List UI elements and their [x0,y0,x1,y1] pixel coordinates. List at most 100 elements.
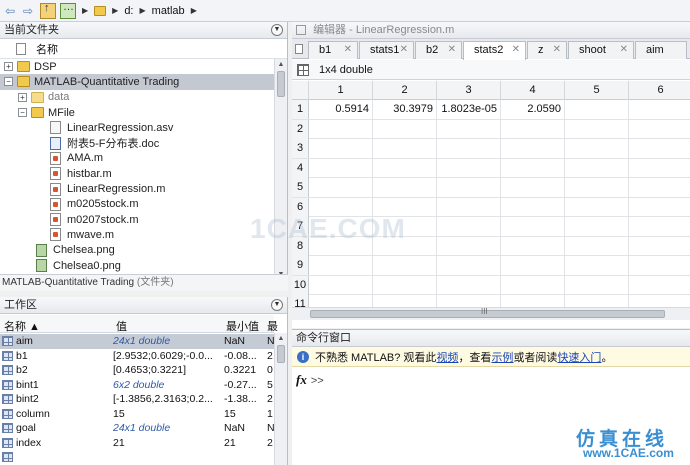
tree-item[interactable]: histbar.m [0,166,274,181]
grid-cell[interactable] [629,276,690,295]
grid-cell[interactable] [309,139,373,158]
grid-cell[interactable] [437,236,501,256]
getting-started-link[interactable]: 快速入门 [557,352,601,364]
grid-row-header[interactable]: 1 [292,100,309,119]
grid-cell[interactable] [501,256,565,275]
col-name-header[interactable]: 名称 ▲ [4,318,40,334]
expand-icon[interactable]: + [4,62,13,72]
grid-row-header[interactable]: 3 [292,139,309,158]
grid-cell[interactable] [629,120,690,139]
grid-cell[interactable] [437,256,501,275]
grid-cell[interactable] [565,275,629,295]
panel-options-icon[interactable]: ▼ [271,299,283,311]
grid-cell[interactable] [629,198,690,217]
grid-column-header[interactable]: 6 [629,81,690,100]
browse-folder-icon[interactable] [60,1,76,19]
collapse-icon[interactable]: − [18,108,27,118]
grid-cell[interactable] [629,159,690,178]
scroll-up-icon[interactable]: ▲ [275,59,287,70]
grid-row-header[interactable]: 10 [292,275,309,295]
grid-cell[interactable]: 0.5914 [309,100,373,119]
tab-z[interactable]: z ✕ [527,41,567,59]
grid-cell[interactable] [501,217,565,236]
grid-cell[interactable] [629,217,690,236]
tab-b2[interactable]: b2 ✕ [415,41,462,59]
grid-cell[interactable] [565,236,629,256]
up-folder-icon[interactable] [40,2,56,19]
workspace-row[interactable] [0,450,274,465]
back-arrow-icon[interactable]: ⇦ [2,3,18,19]
grid-cell[interactable] [501,236,565,256]
tab-b1[interactable]: b1 ✕ [308,41,358,59]
grid-cell[interactable] [501,139,565,158]
grid-cell[interactable] [565,197,629,217]
grid-cell[interactable] [437,158,501,178]
tree-item[interactable]: Chelsea.png [0,243,274,258]
grid-row-header[interactable]: 2 [292,119,309,139]
grid-cell[interactable]: 2.0590 [501,100,565,119]
collapse-icon[interactable]: − [4,77,13,87]
tree-item[interactable]: mwave.m [0,227,274,242]
grid-corner[interactable] [292,81,309,100]
grid-cell[interactable] [373,158,437,178]
scroll-thumb[interactable] [277,345,285,363]
grid-cell[interactable] [437,217,501,236]
grid-row-header[interactable]: 4 [292,158,309,178]
tree-item[interactable]: m0207stock.m [0,212,274,227]
grid-column-header[interactable]: 5 [565,81,629,100]
grid-cell[interactable] [309,275,373,295]
tree-item[interactable]: LinearRegression.asv [0,120,274,135]
workspace-row[interactable]: index 21 21 2 [0,436,274,451]
folder-scrollbar[interactable]: ▲ ▼ [274,59,287,280]
close-tab-icon[interactable]: ✕ [400,42,408,58]
tree-item[interactable]: LinearRegression.m [0,181,274,196]
grid-cell[interactable] [309,256,373,275]
grid-cell[interactable] [501,275,565,295]
tree-item[interactable]: 附表5-F分布表.doc [0,135,274,150]
grid-cell[interactable] [565,178,629,197]
grid-cell[interactable] [629,100,690,119]
grid-row-header[interactable]: 5 [292,178,309,197]
tree-item[interactable]: Chelsea0.png [0,258,274,273]
panel-options-icon[interactable]: ▼ [271,24,283,36]
variable-grid[interactable]: 1 2 3 4 5 6 1 0.5914 30.3979 1.8023e-05 2.0590 2 3 4 5… [292,81,690,311]
workspace-scrollbar[interactable]: ▲ [274,333,287,465]
workspace-row[interactable]: bint1 6x2 double -0.27... 5 [0,378,274,393]
close-tab-icon[interactable]: ✕ [512,42,520,58]
grid-cell[interactable] [501,178,565,197]
grid-cell[interactable] [309,178,373,197]
tab-aim[interactable]: aim [635,41,687,59]
grid-cell[interactable] [309,119,373,139]
grid-cell[interactable] [501,158,565,178]
tree-item[interactable]: AMA.m [0,151,274,166]
grid-row-header[interactable]: 9 [292,256,309,275]
grid-cell[interactable] [501,197,565,217]
grid-cell[interactable] [373,256,437,275]
scroll-thumb[interactable] [277,71,285,97]
tree-item[interactable]: + DSP [0,59,274,74]
close-tab-icon[interactable]: ✕ [448,42,456,58]
example-link[interactable]: 示例 [491,352,513,364]
grid-cell[interactable] [565,139,629,158]
grid-cell[interactable] [437,275,501,295]
grid-cell[interactable] [565,217,629,236]
col-max-header[interactable]: 最 [267,318,278,334]
video-link[interactable]: 视频 [436,352,458,364]
grid-cell[interactable] [437,197,501,217]
forward-arrow-icon[interactable]: ⇨ [20,3,36,19]
close-tab-icon[interactable]: ✕ [344,42,352,58]
breadcrumb-folder[interactable]: matlab [152,5,185,17]
grid-horizontal-scrollbar[interactable]: III [292,307,690,320]
grid-cell[interactable] [565,158,629,178]
file-column-header[interactable]: 名称 [0,39,287,59]
grid-cell[interactable] [629,256,690,275]
grid-cell[interactable] [373,119,437,139]
grid-cell[interactable] [629,237,690,256]
grid-cell[interactable] [437,119,501,139]
grid-cell[interactable] [373,275,437,295]
grid-cell[interactable] [629,178,690,197]
col-value-header[interactable]: 值 [116,318,127,334]
scroll-up-icon[interactable]: ▲ [275,333,287,344]
workspace-row[interactable]: column 15 15 1 [0,407,274,422]
grid-column-header[interactable]: 1 [309,81,373,100]
